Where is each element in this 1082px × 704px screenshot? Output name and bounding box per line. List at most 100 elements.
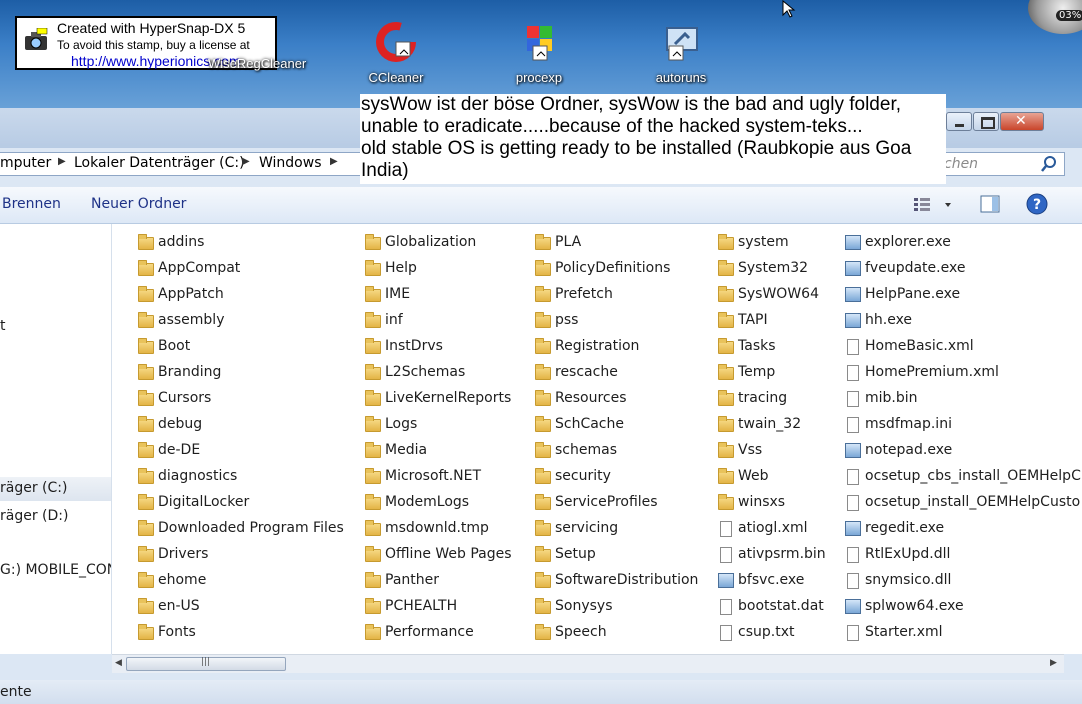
stamp-line-1: Created with HyperSnap-DX 5 — [57, 20, 246, 36]
folder-icon — [718, 234, 734, 250]
folder-icon — [138, 338, 154, 354]
breadcrumb-drive-c[interactable]: Lokaler Datenträger (C:) — [74, 155, 245, 171]
folder-icon — [138, 598, 154, 614]
nav-item[interactable]: t — [0, 318, 6, 334]
folder-icon — [365, 546, 381, 562]
mouse-cursor-icon — [782, 0, 796, 18]
breadcrumb-windows[interactable]: Windows — [259, 155, 322, 171]
application-icon — [845, 261, 861, 276]
item-label: inf — [385, 312, 403, 328]
svg-text:?: ? — [1033, 197, 1041, 213]
folder-icon — [365, 520, 381, 536]
item-label: regedit.exe — [865, 520, 945, 536]
item-label: addins — [158, 234, 205, 250]
item-label: snymsico.dll — [865, 572, 952, 588]
autoruns-icon — [666, 27, 698, 61]
item-label: pss — [555, 312, 579, 328]
window-controls — [946, 112, 1045, 134]
horizontal-scrollbar[interactable]: ◀ ||| ▶ — [112, 654, 1064, 673]
cpu-meter-gadget[interactable]: 03% — [1028, 0, 1082, 34]
folder-icon — [718, 312, 734, 328]
minimize-button[interactable] — [946, 112, 972, 131]
item-label: DigitalLocker — [158, 494, 250, 510]
folder-icon — [365, 416, 381, 432]
help-icon[interactable]: ? — [1026, 193, 1048, 215]
maximize-button[interactable] — [973, 112, 999, 131]
preview-pane-icon[interactable] — [980, 195, 1000, 213]
item-label: servicing — [555, 520, 619, 536]
chevron-right-icon[interactable]: ▶ — [242, 156, 250, 167]
folder-icon — [138, 468, 154, 484]
item-label: L2Schemas — [385, 364, 466, 380]
folder-icon — [365, 364, 381, 380]
grip-icon: ||| — [201, 657, 211, 667]
desktop-icon-wiseregcleaner[interactable]: WiseRegCleaner — [208, 52, 307, 71]
folder-icon — [535, 338, 551, 354]
chevron-right-icon[interactable]: ▶ — [330, 156, 338, 167]
folder-icon — [718, 442, 734, 458]
folder-icon — [535, 468, 551, 484]
item-label: msdfmap.ini — [865, 416, 952, 432]
item-label: AppPatch — [158, 286, 224, 302]
item-label: SoftwareDistribution — [555, 572, 699, 588]
folder-icon — [138, 390, 154, 406]
folder-icon — [365, 598, 381, 614]
item-label: ocsetup_cbs_install_OEMHelpC — [865, 468, 1081, 484]
folder-icon — [535, 364, 551, 380]
item-label: debug — [158, 416, 203, 432]
item-label: notepad.exe — [865, 442, 953, 458]
item-label: System32 — [738, 260, 809, 276]
close-button[interactable] — [1000, 112, 1044, 131]
search-icon[interactable] — [1040, 155, 1058, 173]
folder-icon — [535, 390, 551, 406]
item-label: Speech — [555, 624, 607, 640]
folder-icon — [535, 260, 551, 276]
item-label: HelpPane.exe — [865, 286, 961, 302]
note-line: sysWow ist der böse Ordner, sysWow is th… — [361, 94, 901, 115]
nav-item-drive-d[interactable]: räger (D:) — [0, 508, 68, 524]
nav-item-drive-c[interactable]: räger (C:) — [0, 477, 111, 501]
folder-icon — [535, 416, 551, 432]
scroll-right-icon[interactable]: ▶ — [1050, 658, 1057, 668]
item-label: Branding — [158, 364, 222, 380]
desktop-icon-procexp[interactable]: procexp — [494, 22, 584, 85]
desktop-icon-ccleaner[interactable]: CCleaner — [351, 22, 441, 85]
file-icon — [847, 495, 859, 511]
stamp-line-2: To avoid this stamp, buy a license at — [57, 38, 250, 52]
item-label: PolicyDefinitions — [555, 260, 671, 276]
folder-icon — [535, 234, 551, 250]
view-options-icon[interactable] — [912, 196, 952, 214]
folder-icon — [365, 572, 381, 588]
item-label: bfsvc.exe — [738, 572, 805, 588]
desktop-icon-label: WiseRegCleaner — [208, 56, 307, 71]
folder-icon — [718, 390, 734, 406]
chevron-right-icon[interactable]: ▶ — [58, 156, 66, 167]
navigation-pane: t räger (C:) räger (D:) G:) MOBILE_CONT — [0, 224, 112, 654]
breadcrumb-computer[interactable]: mputer — [0, 155, 51, 171]
folder-icon — [718, 338, 734, 354]
item-label: Offline Web Pages — [385, 546, 512, 562]
item-label: Fonts — [158, 624, 196, 640]
scroll-left-icon[interactable]: ◀ — [115, 658, 122, 668]
scrollbar-thumb[interactable]: ||| — [126, 657, 286, 671]
item-label: IME — [385, 286, 411, 302]
folder-icon — [718, 494, 734, 510]
folder-icon — [718, 468, 734, 484]
nav-item-mobile[interactable]: G:) MOBILE_CONT — [0, 562, 111, 578]
file-icon — [847, 417, 859, 433]
ccleaner-icon — [376, 22, 416, 62]
folder-icon — [365, 442, 381, 458]
item-label: fveupdate.exe — [865, 260, 966, 276]
file-list: addins AppCompat AppPatch assembly Boot Brand… — [112, 224, 1082, 654]
item-label: Microsoft.NET — [385, 468, 482, 484]
nav-item-label: räger (C:) — [0, 480, 68, 496]
new-folder-button[interactable]: Neuer Ordner — [91, 196, 186, 212]
item-label: explorer.exe — [865, 234, 951, 250]
burn-button[interactable]: Brennen — [2, 196, 61, 212]
item-label: system — [738, 234, 789, 250]
item-label: InstDrvs — [385, 338, 443, 354]
desktop-icon-autoruns[interactable]: autoruns — [636, 22, 726, 85]
item-label: assembly — [158, 312, 225, 328]
gadget-value: 03% — [1056, 10, 1082, 21]
item-label: Setup — [555, 546, 596, 562]
